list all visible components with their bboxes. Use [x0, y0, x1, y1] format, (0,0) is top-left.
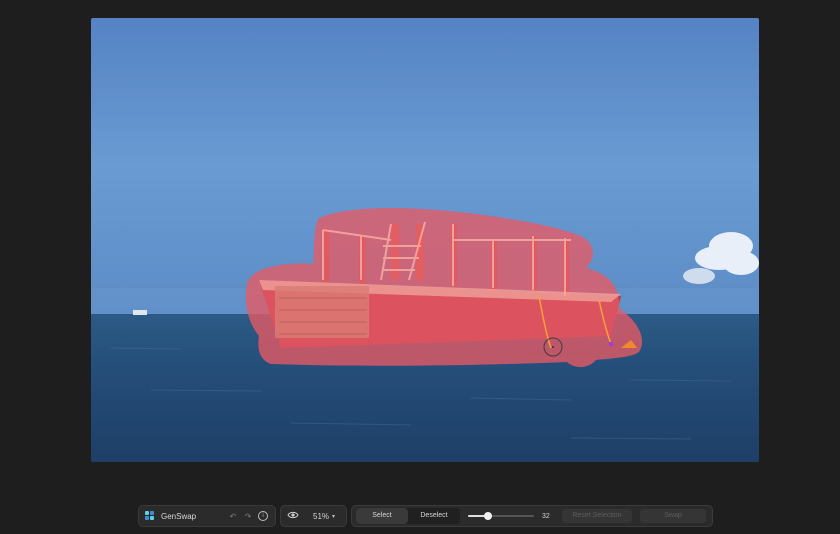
info-button[interactable]: i [257, 510, 269, 522]
view-toolbar: 51% ▾ [280, 505, 347, 527]
brush-size-value: 32 [542, 512, 550, 520]
brush-cursor-center [552, 346, 554, 348]
app-toolbar: GenSwap ↶ ↷ i [138, 505, 276, 527]
tools-toolbar: Select Deselect 32 Reset Selection Swap [351, 505, 713, 527]
chevron-down-icon[interactable]: ▾ [332, 513, 335, 520]
slider-handle[interactable] [483, 512, 492, 520]
undo-icon[interactable]: ↶ [227, 510, 239, 522]
deselect-button[interactable]: Deselect [408, 508, 460, 524]
swap-button[interactable]: Swap [640, 509, 706, 523]
buoy-marker [609, 342, 613, 346]
eye-icon[interactable] [287, 511, 299, 521]
redo-icon[interactable]: ↷ [242, 510, 254, 522]
image-canvas[interactable] [91, 18, 759, 462]
info-icon: i [258, 511, 268, 521]
reset-selection-button[interactable]: Reset Selection [562, 509, 632, 523]
distant-boat [133, 310, 147, 315]
photo [91, 18, 759, 462]
mode-toggle: Select Deselect [356, 508, 460, 524]
select-button[interactable]: Select [356, 508, 408, 524]
zoom-level[interactable]: 51% [313, 512, 329, 521]
brush-size-slider[interactable] [468, 511, 534, 521]
app-name: GenSwap [161, 511, 197, 521]
genswap-logo-icon [145, 511, 155, 521]
